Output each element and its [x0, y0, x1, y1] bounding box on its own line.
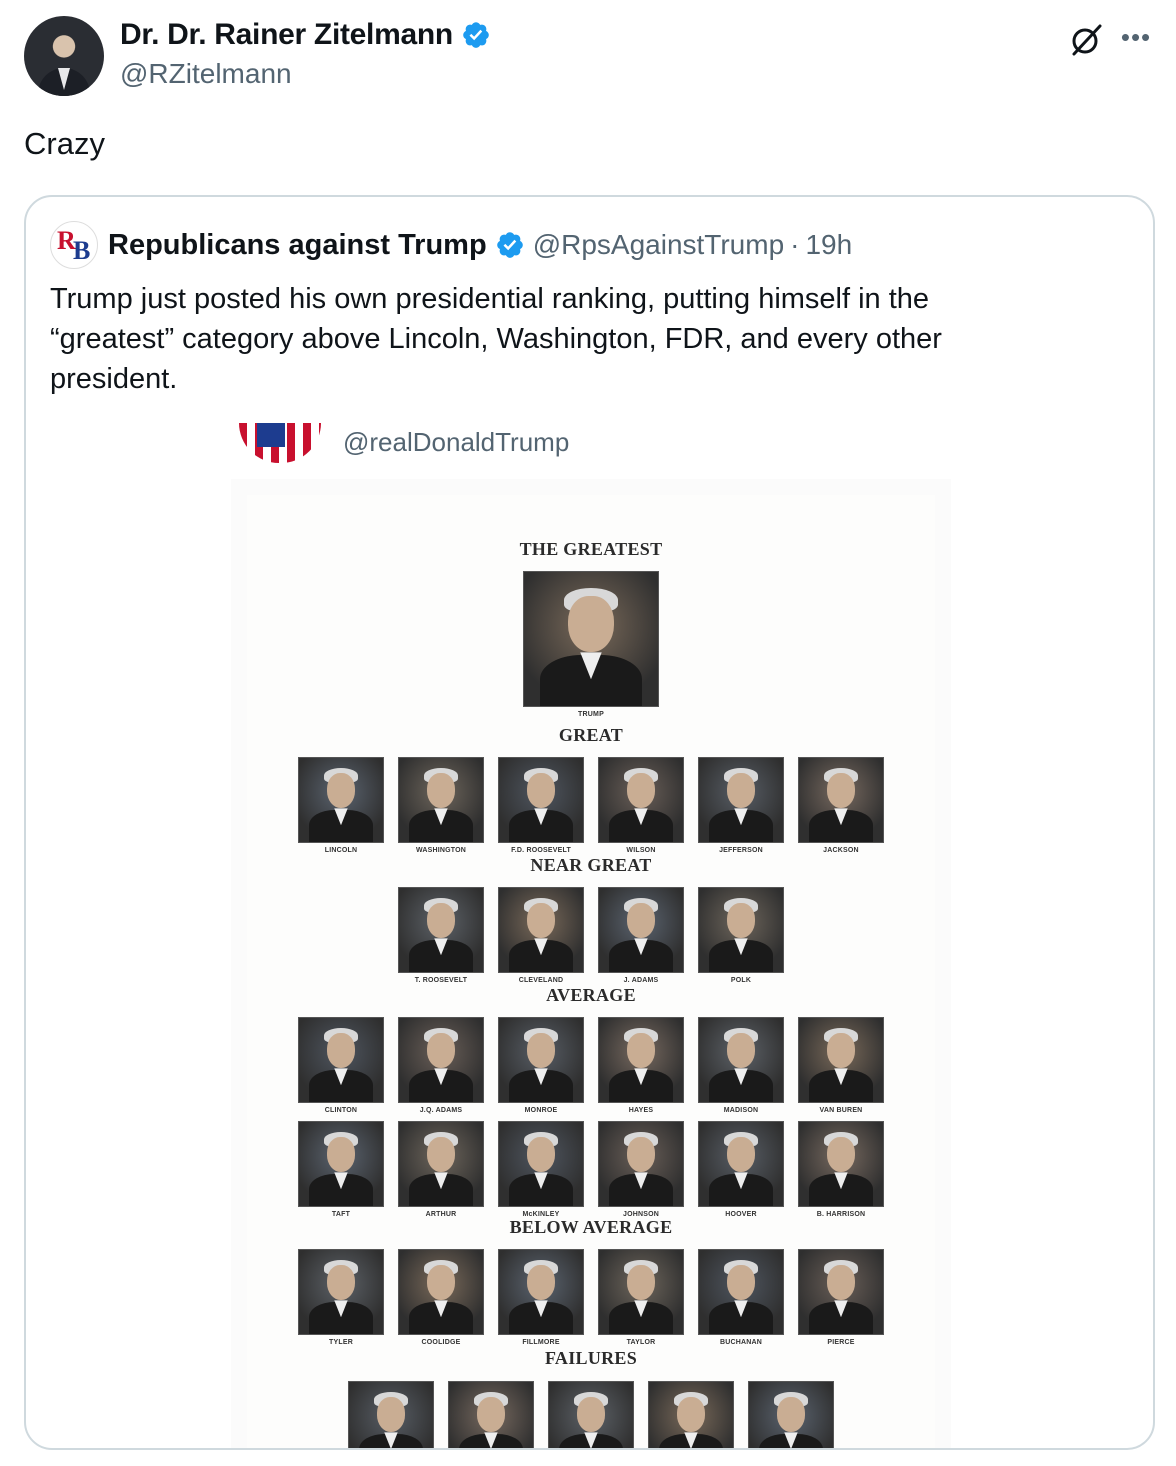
president-portrait — [398, 887, 484, 973]
president-name: MONROE — [524, 1107, 558, 1114]
president-portrait — [598, 757, 684, 843]
president-portrait — [298, 757, 384, 843]
quoted-author-avatar[interactable]: RB — [50, 221, 98, 269]
president-portrait — [298, 1121, 384, 1207]
president-name: WILSON — [626, 847, 656, 854]
president-portrait — [798, 1017, 884, 1103]
president-portrait — [298, 1249, 384, 1335]
president-portrait — [748, 1381, 834, 1448]
president-name: BUCHANAN — [719, 1339, 763, 1346]
section-title: GREAT — [558, 725, 624, 745]
president-portrait — [698, 757, 784, 843]
president-portrait — [348, 1381, 434, 1448]
president-portrait — [298, 1017, 384, 1103]
president-portrait — [698, 1017, 784, 1103]
section-title: FAILURES — [544, 1348, 638, 1368]
president-portrait — [598, 887, 684, 973]
section-title: BELOW AVERAGE — [509, 1217, 673, 1237]
president-portrait — [598, 1249, 684, 1335]
separator-dot: · — [790, 229, 800, 260]
grok-icon[interactable] — [1068, 22, 1104, 58]
president-name: HAYES — [628, 1107, 654, 1114]
president-portrait — [448, 1381, 534, 1448]
president-name: PIERCE — [827, 1339, 855, 1346]
president-portrait — [523, 571, 659, 707]
president-name: F.D. ROOSEVELT — [511, 847, 571, 854]
president-name: MADISON — [723, 1107, 759, 1114]
tweet-header: Dr. Dr. Rainer Zitelmann @RZitelmann ••• — [24, 16, 1154, 96]
president-portrait — [498, 1249, 584, 1335]
quoted-tweet-header: RB Republicans against Trump @RpsAgainst… — [50, 221, 852, 269]
author-name[interactable]: Dr. Dr. Rainer Zitelmann — [120, 18, 453, 52]
president-portrait — [498, 887, 584, 973]
tweet-text: Crazy — [24, 126, 105, 161]
president-name: CLINTON — [324, 1107, 358, 1114]
ranking-chart: THE GREATEST TRUMP GREAT LINCOLN WASHINGTON F… — [247, 495, 935, 1448]
section-title: THE GREATEST — [519, 539, 663, 559]
section-title: AVERAGE — [546, 985, 636, 1005]
author-name-row[interactable]: Dr. Dr. Rainer Zitelmann — [120, 18, 491, 52]
president-portrait — [548, 1381, 634, 1448]
quoted-author-name[interactable]: Republicans against Trump — [108, 229, 487, 262]
president-portrait — [598, 1121, 684, 1207]
president-name: FILLMORE — [522, 1339, 560, 1346]
quoted-media-image[interactable]: @realDonaldTrump THE GREATEST TRUMP GREAT L… — [231, 423, 951, 1448]
president-name: JACKSON — [823, 847, 859, 854]
verified-badge-icon — [463, 22, 489, 48]
section-title: NEAR GREAT — [530, 855, 652, 875]
media-header: @realDonaldTrump — [231, 423, 951, 479]
president-portrait — [398, 1121, 484, 1207]
verified-badge-icon — [496, 232, 523, 258]
president-name: LINCOLN — [324, 847, 358, 854]
president-name: TRUMP — [578, 711, 604, 718]
quoted-tweet-text: Trump just posted his own presidential r… — [50, 283, 942, 395]
president-name: COOLIDGE — [421, 1339, 461, 1346]
president-name: VAN BUREN — [819, 1107, 863, 1114]
author-handle[interactable]: @RZitelmann — [120, 58, 292, 90]
president-portrait — [498, 757, 584, 843]
president-name: TAYLOR — [626, 1339, 656, 1346]
president-portrait — [698, 1121, 784, 1207]
president-portrait — [698, 1249, 784, 1335]
president-name: TYLER — [329, 1339, 353, 1346]
more-icon[interactable]: ••• — [1118, 22, 1154, 58]
author-avatar[interactable] — [24, 16, 104, 96]
president-portrait — [398, 1249, 484, 1335]
embedded-avatar — [239, 423, 321, 463]
president-name: T. ROOSEVELT — [414, 977, 468, 984]
quoted-timestamp[interactable]: 19h — [805, 229, 852, 261]
president-portrait — [498, 1121, 584, 1207]
president-name: JEFFERSON — [719, 847, 763, 854]
quoted-tweet[interactable]: RB Republicans against Trump @RpsAgainst… — [24, 195, 1155, 1450]
president-name: POLK — [730, 977, 752, 984]
president-name: J.Q. ADAMS — [419, 1107, 463, 1114]
president-portrait — [798, 757, 884, 843]
embedded-handle: @realDonaldTrump — [343, 427, 570, 457]
president-portrait — [698, 887, 784, 973]
president-name: CLEVELAND — [518, 977, 564, 984]
president-portrait — [798, 1249, 884, 1335]
president-portrait — [398, 757, 484, 843]
president-portrait — [798, 1121, 884, 1207]
president-portrait — [398, 1017, 484, 1103]
president-name: J. ADAMS — [623, 977, 659, 984]
president-portrait — [598, 1017, 684, 1103]
president-portrait — [648, 1381, 734, 1448]
president-name: WASHINGTON — [415, 847, 467, 854]
quoted-author-handle[interactable]: @RpsAgainstTrump — [533, 229, 784, 261]
president-portrait — [498, 1017, 584, 1103]
